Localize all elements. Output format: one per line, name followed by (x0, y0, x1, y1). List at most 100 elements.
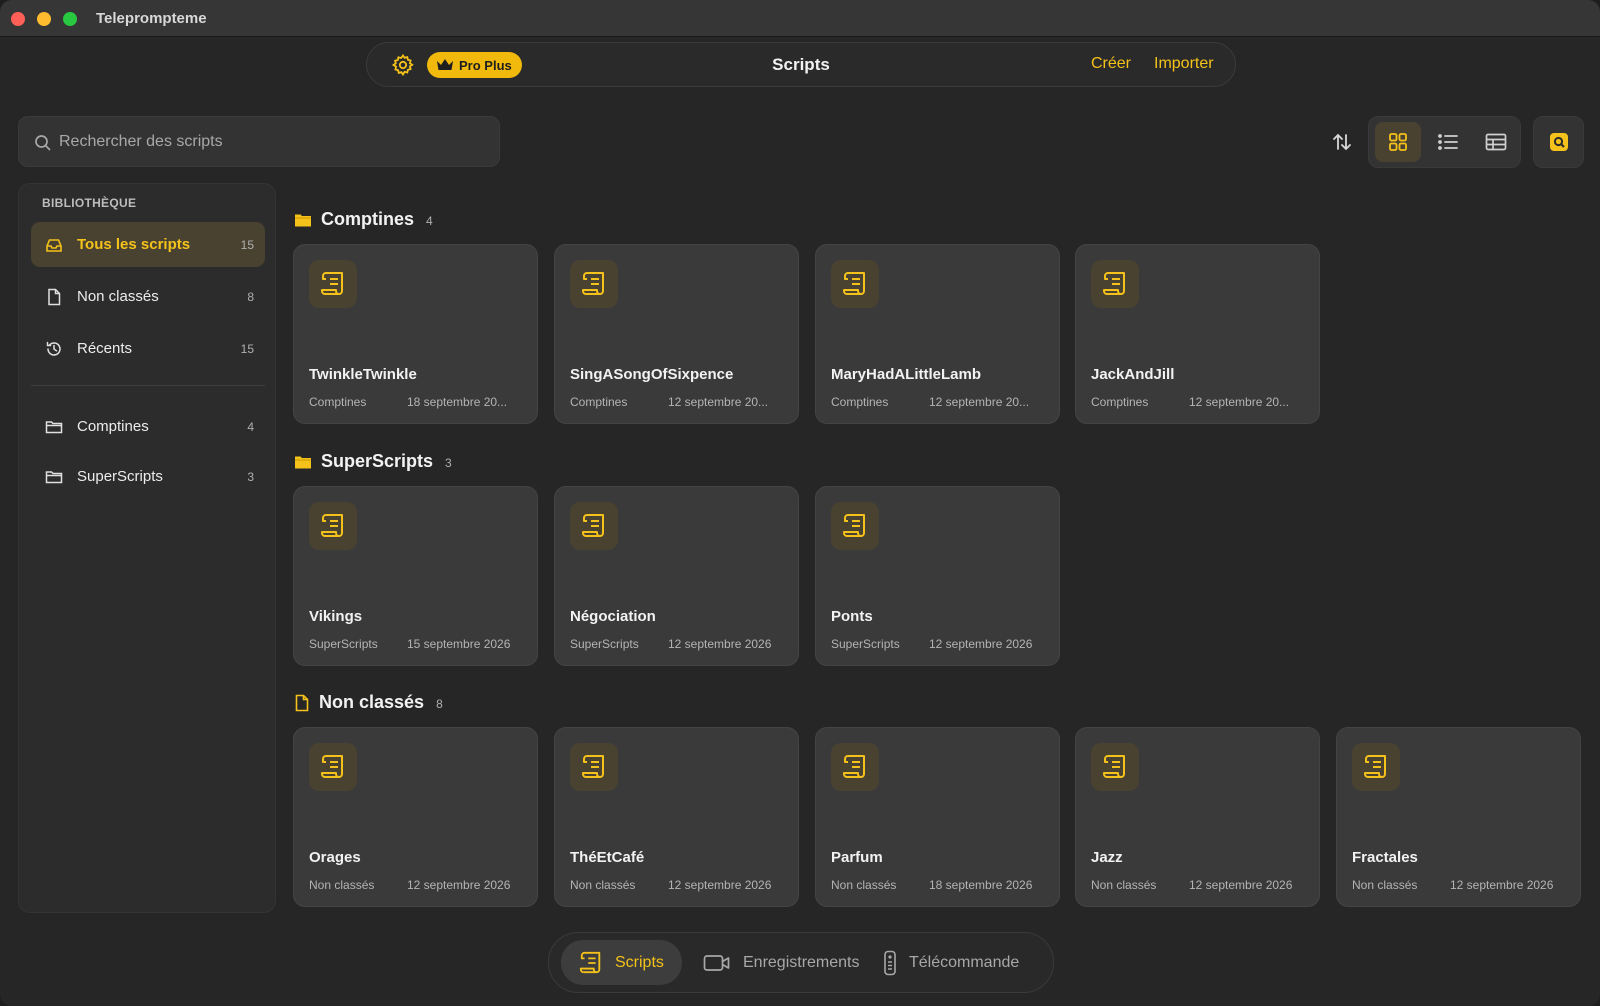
script-card[interactable]: MaryHadALittleLamb Comptines 12 septembr… (815, 244, 1060, 424)
grid-icon (1389, 133, 1407, 151)
scroll-icon (309, 502, 357, 550)
card-title: Jazz (1091, 849, 1123, 866)
search-badge-icon (1549, 133, 1568, 151)
gear-icon (391, 53, 414, 77)
sort-button[interactable] (1330, 130, 1354, 154)
sidebar-item-count: 8 (247, 289, 254, 304)
script-card[interactable]: Négociation SuperScripts 12 septembre 20… (554, 486, 799, 666)
sidebar-folder-comptines[interactable]: Comptines 4 (31, 404, 265, 449)
sidebar-item-label: SuperScripts (77, 468, 163, 485)
scroll-icon (309, 260, 357, 308)
search-input[interactable] (59, 117, 489, 166)
card-date: 12 septembre 2026 (1189, 878, 1293, 892)
view-mode-switcher (1368, 116, 1521, 168)
card-date: 12 septembre 2026 (668, 637, 772, 651)
close-window-button[interactable] (11, 12, 25, 26)
script-card[interactable]: Parfum Non classés 18 septembre 2026 (815, 727, 1060, 907)
settings-button[interactable] (391, 53, 415, 77)
document-icon (45, 288, 63, 306)
maximize-window-button[interactable] (63, 12, 77, 26)
grid-view-button[interactable] (1375, 122, 1421, 162)
scroll-icon (570, 260, 618, 308)
card-folder: Non classés (1091, 878, 1157, 892)
folder-filled-icon (295, 214, 311, 226)
sidebar-heading: BIBLIOTHÈQUE (42, 196, 137, 210)
card-date: 18 septembre 20... (407, 395, 508, 409)
card-folder: Comptines (831, 395, 889, 409)
section-header-unclassified: Non classés 8 (294, 692, 443, 713)
scroll-icon (1352, 743, 1400, 791)
list-view-button[interactable] (1425, 122, 1471, 162)
card-folder: Comptines (1091, 395, 1149, 409)
tab-label: Scripts (615, 953, 664, 971)
top-toolbar: Pro Plus Scripts Créer Importer (366, 42, 1236, 87)
card-title: ThéEtCafé (570, 849, 645, 866)
card-title: Fractales (1352, 849, 1418, 866)
tray-icon (45, 236, 63, 254)
section-count: 4 (426, 214, 433, 228)
scroll-icon (579, 951, 601, 973)
sidebar-item-all-scripts[interactable]: Tous les scripts 15 (31, 222, 265, 267)
card-title: Ponts (831, 608, 873, 625)
tab-remote[interactable]: Télécommande (865, 940, 1037, 985)
import-button[interactable]: Importer (1154, 55, 1214, 73)
card-title: TwinkleTwinkle (309, 366, 417, 383)
card-date: 12 septembre 2026 (929, 637, 1033, 651)
section-title: SuperScripts (321, 451, 434, 471)
card-date: 15 septembre 2026 (407, 637, 511, 651)
script-card[interactable]: TwinkleTwinkle Comptines 18 septembre 20… (293, 244, 538, 424)
card-title: SingASongOfSixpence (570, 366, 734, 383)
minimize-window-button[interactable] (37, 12, 51, 26)
sidebar-item-recent[interactable]: Récents 15 (31, 326, 265, 371)
scroll-icon (1091, 260, 1139, 308)
card-folder: Non classés (831, 878, 897, 892)
card-date: 12 septembre 2026 (668, 878, 772, 892)
card-folder: Non classés (309, 878, 375, 892)
sidebar-item-count: 15 (240, 341, 254, 356)
folder-icon (45, 418, 63, 436)
script-card[interactable]: Ponts SuperScripts 12 septembre 2026 (815, 486, 1060, 666)
card-title: Orages (309, 849, 361, 866)
table-icon (1485, 133, 1507, 151)
tab-recordings[interactable]: Enregistrements (685, 940, 878, 985)
card-folder: SuperScripts (570, 637, 639, 651)
sidebar-folder-superscripts[interactable]: SuperScripts 3 (31, 454, 265, 499)
card-date: 12 septembre 20... (668, 395, 769, 409)
scroll-icon (570, 502, 618, 550)
card-folder: Non classés (1352, 878, 1418, 892)
script-card[interactable]: SingASongOfSixpence Comptines 12 septemb… (554, 244, 799, 424)
section-title: Comptines (321, 209, 415, 229)
sidebar: BIBLIOTHÈQUE Tous les scripts 15 Non cla… (18, 183, 276, 913)
script-card[interactable]: Vikings SuperScripts 15 septembre 2026 (293, 486, 538, 666)
script-card[interactable]: Jazz Non classés 12 septembre 2026 (1075, 727, 1320, 907)
create-button[interactable]: Créer (1091, 55, 1131, 73)
sidebar-item-label: Tous les scripts (77, 236, 191, 253)
tab-scripts[interactable]: Scripts (561, 940, 682, 985)
script-card[interactable]: ThéEtCafé Non classés 12 septembre 2026 (554, 727, 799, 907)
tab-label: Télécommande (909, 953, 1020, 971)
sidebar-item-label: Récents (77, 340, 133, 357)
video-camera-icon (703, 954, 730, 971)
card-title: Vikings (309, 608, 363, 625)
table-view-button[interactable] (1473, 122, 1519, 162)
pro-plus-label: Pro Plus (459, 57, 512, 73)
scroll-icon (570, 743, 618, 791)
script-card[interactable]: Orages Non classés 12 septembre 2026 (293, 727, 538, 907)
card-folder: SuperScripts (831, 637, 900, 651)
pro-plus-badge[interactable]: Pro Plus (427, 52, 522, 78)
folder-filled-icon (295, 456, 311, 468)
script-card[interactable]: Fractales Non classés 12 septembre 2026 (1336, 727, 1581, 907)
history-icon (45, 340, 63, 358)
sidebar-item-count: 15 (240, 237, 254, 252)
app-window: Teleprompteme Pro Plus Scripts Créer Imp… (0, 0, 1600, 1006)
section-count: 8 (436, 697, 443, 711)
app-title: Teleprompteme (96, 10, 207, 27)
script-card[interactable]: JackAndJill Comptines 12 septembre 20... (1075, 244, 1320, 424)
section-count: 3 (445, 456, 452, 470)
scroll-icon (309, 743, 357, 791)
quick-search-button[interactable] (1533, 116, 1584, 168)
search-icon (35, 135, 51, 151)
sidebar-item-label: Comptines (77, 418, 149, 435)
scroll-icon (1091, 743, 1139, 791)
sidebar-item-unclassified[interactable]: Non classés 8 (31, 274, 265, 319)
